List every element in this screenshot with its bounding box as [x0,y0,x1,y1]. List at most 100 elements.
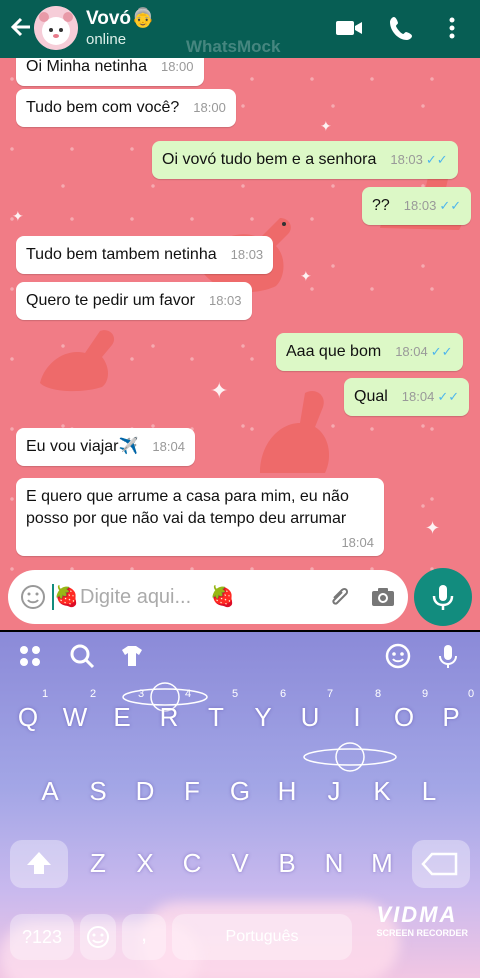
read-receipt-icon: ✓✓ [430,344,453,359]
key-d[interactable]: D [125,776,165,807]
contact-name[interactable]: Vovó👵 [86,6,155,30]
key-hint: 8 [375,688,382,700]
key-f[interactable]: F [172,776,212,807]
message-text: Eu vou viajar✈️ [26,438,139,455]
attach-icon[interactable] [326,584,352,610]
message-outgoing[interactable]: ?? 18:03 ✓✓ [362,187,472,225]
key-n[interactable]: N [314,848,354,879]
camera-icon[interactable] [370,584,396,610]
back-arrow-icon[interactable] [8,12,34,42]
key-r[interactable]: R [149,702,189,733]
sparkle-icon: ✦ [320,118,332,134]
theme-shirt-icon[interactable] [118,642,146,670]
symbols-key[interactable]: ?123 [10,914,74,960]
message-text: Tudo bem tambem netinha [26,246,217,263]
chat-header: Vovó👵 online WhatsMock [0,0,480,58]
message-time: 18:04 [401,389,435,404]
recorder-sub: SCREEN RECORDER [376,928,468,938]
key-hint: 6 [280,688,287,700]
key-b[interactable]: B [267,848,307,879]
keyboard: 1 2 3 4 5 6 7 8 9 0 Q W E R T Y U I O P … [0,632,480,978]
message-time: 18:00 [160,59,194,74]
message-outgoing[interactable]: Aaa que bom 18:04 ✓✓ [276,333,463,371]
key-q[interactable]: Q [8,702,48,733]
space-key[interactable]: Português [172,914,352,960]
key-j[interactable]: J [314,776,354,807]
voice-message-button[interactable] [414,568,472,626]
strawberry-emoji: 🍓 [54,586,79,608]
video-call-icon[interactable] [334,14,364,42]
key-m[interactable]: M [362,848,402,879]
message-time: 18:04 [395,344,428,359]
more-options-icon[interactable] [442,14,462,42]
keyboard-mic-icon[interactable] [434,642,462,670]
message-text: ?? [372,197,390,214]
comma-key[interactable]: , [122,914,166,960]
key-s[interactable]: S [78,776,118,807]
avatar[interactable] [34,6,78,50]
dinosaur-icon [260,390,330,473]
read-receipt-icon: ✓✓ [439,198,462,213]
key-hint: 5 [232,688,239,700]
message-incoming[interactable]: E quero que arrume a casa para mim, eu n… [16,478,384,556]
key-g[interactable]: G [220,776,260,807]
sparkle-icon: ✦ [210,378,229,403]
message-incoming[interactable]: Tudo bem tambem netinha 18:03 [16,236,274,274]
message-outgoing[interactable]: Qual 18:04 ✓✓ [344,378,470,416]
sticker-icon[interactable] [384,642,412,670]
message-outgoing[interactable]: Oi vovó tudo bem e a senhora 18:03 ✓✓ [152,141,458,179]
message-time: 18:04 [341,535,374,550]
key-t[interactable]: T [196,702,236,733]
key-l[interactable]: L [409,776,449,807]
search-icon[interactable] [68,642,96,670]
key-k[interactable]: K [362,776,402,807]
contact-status: online [86,31,127,48]
key-a[interactable]: A [30,776,70,807]
key-w[interactable]: W [55,702,95,733]
message-incoming[interactable]: Oi Minha netinha 18:00 [16,58,204,86]
emoji-key[interactable] [80,914,116,960]
phone-call-icon[interactable] [388,14,418,42]
message-time: 18:03 [403,198,437,213]
screen-recorder-watermark: VIDMA SCREEN RECORDER [376,902,468,938]
sparkle-icon: ✦ [425,518,441,538]
key-hint: 9 [422,688,429,700]
key-hint: 4 [185,688,192,700]
apps-grid-icon[interactable] [16,642,44,670]
key-x[interactable]: X [125,848,165,879]
shift-key[interactable] [10,840,68,888]
key-v[interactable]: V [220,848,260,879]
key-hint: 7 [327,688,334,700]
message-text: Tudo bem com você? [26,99,180,116]
message-incoming[interactable]: Quero te pedir um favor 18:03 [16,282,252,320]
message-text: Oi vovó tudo bem e a senhora [162,151,377,168]
key-o[interactable]: O [384,702,424,733]
key-hint: 0 [468,688,475,700]
message-time: 18:00 [193,100,226,115]
key-hint: 3 [138,688,145,700]
backspace-icon [421,852,458,876]
microphone-icon [432,585,454,610]
key-i[interactable]: I [337,702,377,733]
key-h[interactable]: H [267,776,307,807]
key-y[interactable]: Y [243,702,283,733]
message-incoming[interactable]: Eu vou viajar✈️ 18:04 [16,428,195,466]
key-e[interactable]: E [102,702,142,733]
recorder-brand: VIDMA [376,902,458,927]
key-hint: 1 [42,688,49,700]
key-p[interactable]: P [431,702,471,733]
key-z[interactable]: Z [78,848,118,879]
message-incoming[interactable]: Tudo bem com você? 18:00 [16,89,236,127]
backspace-key[interactable] [412,840,470,888]
message-time: 18:04 [152,439,185,454]
chat-area[interactable]: ✦ ✦ ✦ ✦ ✦ ✦ Oi Minha netinha18:00 Tudo b… [0,58,480,630]
sparkle-icon: ✦ [300,268,312,284]
emoji-icon[interactable] [20,584,46,610]
key-hint: 2 [90,688,97,700]
message-text: E quero que arrume a casa para mim, eu n… [26,488,349,527]
message-text: Aaa que bom [286,343,382,360]
key-u[interactable]: U [290,702,330,733]
key-c[interactable]: C [172,848,212,879]
composer-placeholder[interactable]: Digite aqui... [80,586,191,609]
message-text: Oi Minha netinha [26,58,147,75]
